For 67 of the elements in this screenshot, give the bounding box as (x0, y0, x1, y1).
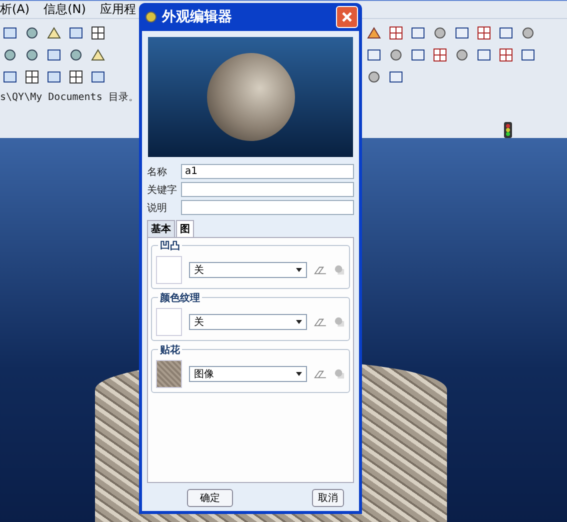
sphere-icon (145, 11, 157, 23)
square-icon[interactable] (498, 25, 514, 41)
input-field[interactable] (181, 200, 354, 215)
caret-icon (296, 268, 302, 272)
triangle-icon[interactable] (46, 25, 62, 41)
traffic-light-icon (504, 122, 512, 138)
input-field[interactable]: a1 (181, 164, 354, 179)
caret-icon (296, 320, 302, 324)
circle-icon[interactable] (520, 25, 536, 41)
close-icon (341, 11, 353, 23)
circle-icon[interactable] (454, 47, 470, 63)
field-label: 关键字 (147, 184, 178, 196)
triangle-icon[interactable] (366, 25, 382, 41)
circle-icon[interactable] (388, 47, 404, 63)
grid-icon[interactable] (90, 25, 106, 41)
circle-icon[interactable] (24, 47, 40, 63)
dropdown[interactable]: 关 (188, 262, 308, 278)
caret-icon (296, 372, 302, 376)
circle-icon[interactable] (432, 25, 448, 41)
square-icon[interactable] (46, 47, 62, 63)
square-icon[interactable] (90, 69, 106, 85)
square-icon[interactable] (2, 69, 18, 85)
group-title: 凹凸 (158, 239, 182, 253)
square-icon[interactable] (454, 25, 470, 41)
square-icon[interactable] (366, 47, 382, 63)
circle-icon[interactable] (24, 25, 40, 41)
texture-swatch[interactable] (156, 360, 182, 388)
menu-item[interactable]: 析(A) (0, 1, 30, 18)
square-icon[interactable] (520, 47, 536, 63)
close-button[interactable] (336, 6, 358, 28)
square-icon[interactable] (410, 25, 426, 41)
dialog-title: 外观编辑器 (162, 8, 233, 26)
tab[interactable]: 图 (176, 220, 194, 237)
grid-icon[interactable] (476, 25, 492, 41)
square-icon[interactable] (410, 47, 426, 63)
grid-icon[interactable] (24, 69, 40, 85)
tab[interactable]: 基本 (147, 220, 175, 237)
grid-icon[interactable] (432, 47, 448, 63)
eraser-icon[interactable] (314, 368, 327, 380)
grid-icon[interactable] (388, 25, 404, 41)
circle-icon[interactable] (68, 47, 84, 63)
dialog-button[interactable]: 确定 (187, 489, 233, 507)
dropdown[interactable]: 关 (188, 314, 308, 330)
square-icon[interactable] (2, 25, 18, 41)
dropdown[interactable]: 图像 (188, 366, 308, 382)
circle-icon[interactable] (2, 47, 18, 63)
empty-swatch[interactable] (156, 308, 182, 336)
dialog-button[interactable]: 取消 (312, 489, 344, 507)
grid-icon[interactable] (498, 47, 514, 63)
square-icon[interactable] (68, 25, 84, 41)
menu-item[interactable]: 信息(N) (44, 1, 86, 18)
eraser-icon[interactable] (314, 264, 327, 276)
eraser-icon[interactable] (314, 316, 327, 328)
grid-icon[interactable] (68, 69, 84, 85)
empty-swatch[interactable] (156, 256, 182, 284)
square-icon[interactable] (476, 47, 492, 63)
triangle-icon[interactable] (90, 47, 106, 63)
group-title: 颜色纹理 (158, 291, 202, 305)
status-message: s\QY\My Documents 目录。 (0, 91, 138, 105)
input-field[interactable] (181, 182, 354, 197)
menu-item[interactable]: 应用程 (100, 1, 136, 18)
circle-icon[interactable] (366, 69, 382, 85)
field-label: 名称 (147, 166, 168, 178)
group-title: 贴花 (158, 343, 182, 357)
field-label: 说明 (147, 202, 168, 214)
square-icon[interactable] (46, 69, 62, 85)
square-icon[interactable] (388, 69, 404, 85)
